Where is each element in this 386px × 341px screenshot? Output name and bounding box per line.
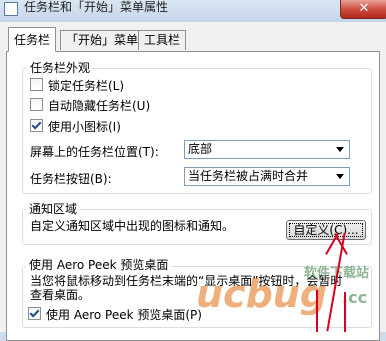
watermark-brand-logo: ucbug bbox=[196, 272, 328, 316]
tab-start-menu[interactable]: 「开始」菜单 bbox=[60, 30, 145, 50]
app-window-icon bbox=[4, 2, 18, 16]
customize-button[interactable]: 自定义(C)... bbox=[286, 220, 366, 240]
close-button[interactable]: ✕ bbox=[340, 0, 386, 19]
small-icons-label: 使用小图标(I) bbox=[48, 120, 121, 134]
window-title: 任务栏和「开始」菜单属性 bbox=[24, 0, 169, 14]
taskbar-position-label: 屏幕上的任务栏位置(T): bbox=[30, 145, 159, 159]
aero-peek-label: 使用 Aero Peek 预览桌面(P) bbox=[46, 308, 202, 322]
aero-peek-row[interactable]: 使用 Aero Peek 预览桌面(P) bbox=[28, 306, 202, 323]
appearance-group-title: 任务栏外观 bbox=[27, 59, 94, 76]
taskbar-position-value: 底部 bbox=[188, 142, 213, 156]
autohide-taskbar-label: 自动隐藏任务栏(U) bbox=[48, 99, 151, 113]
title-bar: 任务栏和「开始」菜单属性 ✕ bbox=[0, 0, 386, 22]
lock-taskbar-row[interactable]: 锁定任务栏(L) bbox=[30, 77, 124, 94]
lock-taskbar-checkbox[interactable] bbox=[30, 78, 43, 91]
taskbar-buttons-select[interactable]: 当任务栏被占满时合并 bbox=[184, 167, 350, 186]
small-icons-row[interactable]: 使用小图标(I) bbox=[30, 118, 121, 135]
chevron-down-icon bbox=[336, 147, 344, 152]
tab-taskbar[interactable]: 任务栏 bbox=[8, 27, 57, 52]
autohide-taskbar-checkbox[interactable] bbox=[30, 98, 43, 111]
autohide-taskbar-row[interactable]: 自动隐藏任务栏(U) bbox=[30, 97, 150, 114]
aero-peek-checkbox[interactable] bbox=[28, 307, 41, 320]
lock-taskbar-label: 锁定任务栏(L) bbox=[48, 79, 125, 93]
notification-description: 自定义通知区域中出现的图标和通知。 bbox=[30, 219, 235, 233]
notification-group-title: 通知区域 bbox=[26, 200, 81, 217]
small-icons-checkbox[interactable] bbox=[30, 119, 43, 132]
taskbar-position-select[interactable]: 底部 bbox=[184, 140, 350, 159]
aero-peek-group-title: 使用 Aero Peek 预览桌面 bbox=[26, 256, 172, 273]
aero-peek-description-line2: 查看桌面。 bbox=[30, 288, 91, 302]
chevron-down-icon bbox=[336, 174, 344, 179]
taskbar-buttons-label: 任务栏按钮(B): bbox=[30, 172, 112, 186]
taskbar-buttons-value: 当任务栏被占满时合并 bbox=[188, 169, 309, 183]
tab-toolbars[interactable]: 工具栏 bbox=[138, 30, 187, 50]
